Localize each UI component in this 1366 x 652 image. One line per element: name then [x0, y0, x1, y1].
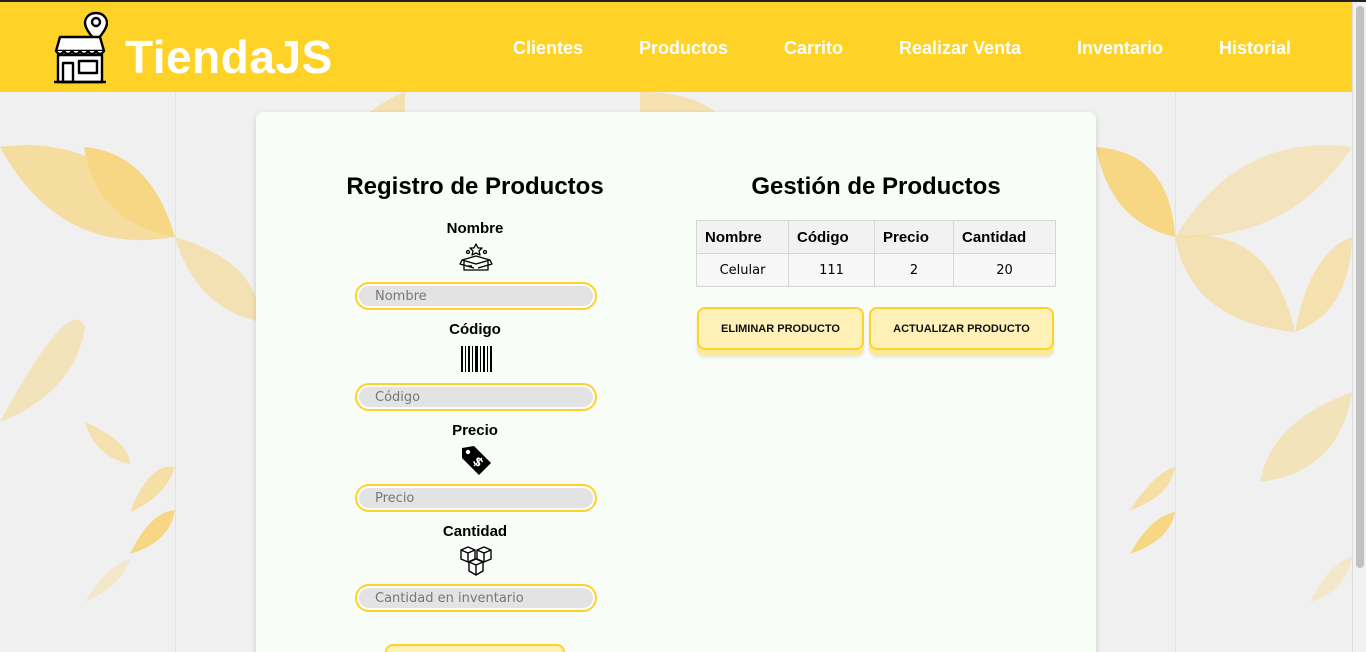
price-tag-icon: $ — [462, 446, 491, 475]
update-product-button[interactable]: ACTUALIZAR PRODUCTO — [869, 307, 1054, 350]
main-nav: Clientes Productos Carrito Realizar Vent… — [0, 38, 1352, 60]
register-product-button[interactable] — [385, 644, 565, 652]
cantidad-label: Cantidad — [442, 523, 508, 540]
cantidad-field — [355, 584, 597, 612]
right-panel-divider — [1175, 92, 1176, 652]
cantidad-input[interactable] — [359, 588, 593, 608]
cell-cantidad: 20 — [953, 253, 1056, 287]
codigo-input[interactable] — [359, 387, 593, 407]
boxes-icon — [460, 546, 492, 576]
col-cantidad: Cantidad — [953, 220, 1056, 254]
products-card: Registro de Productos Nombre Código Prec… — [256, 112, 1096, 652]
gestion-title: Gestión de Productos — [751, 173, 1001, 200]
left-panel-divider — [175, 92, 176, 652]
col-precio: Precio — [874, 220, 954, 254]
col-codigo: Código — [788, 220, 875, 254]
products-table: Nombre Código Precio Cantidad Celular 11… — [696, 220, 1056, 287]
precio-input[interactable] — [359, 488, 593, 508]
delete-product-button[interactable]: ELIMINAR PRODUCTO — [697, 307, 864, 350]
table-row[interactable]: Celular 111 2 20 — [696, 253, 1056, 287]
table-header-row: Nombre Código Precio Cantidad — [696, 220, 1056, 254]
registro-title: Registro de Productos — [346, 173, 604, 200]
precio-label: Precio — [452, 422, 498, 439]
col-nombre: Nombre — [696, 220, 789, 254]
cell-codigo: 111 — [788, 253, 875, 287]
codigo-label: Código — [449, 321, 501, 338]
nav-historial[interactable]: Historial — [1219, 38, 1291, 59]
cell-nombre: Celular — [696, 253, 789, 287]
nombre-field — [355, 282, 597, 310]
nav-inventario[interactable]: Inventario — [1077, 38, 1163, 59]
barcode-icon — [461, 346, 492, 372]
precio-field — [355, 484, 597, 512]
page-scrollbar[interactable] — [1352, 2, 1366, 652]
nav-clientes[interactable]: Clientes — [513, 38, 583, 59]
nav-carrito[interactable]: Carrito — [784, 38, 843, 59]
nav-realizar-venta[interactable]: Realizar Venta — [899, 38, 1021, 59]
scrollbar-thumb[interactable] — [1356, 6, 1364, 568]
window-top-border — [0, 0, 1366, 2]
top-navbar: TiendaJS Clientes Productos Carrito Real… — [0, 2, 1352, 92]
nombre-input[interactable] — [359, 286, 593, 306]
nombre-label: Nombre — [446, 220, 504, 237]
nav-productos[interactable]: Productos — [639, 38, 728, 59]
codigo-field — [355, 383, 597, 411]
cell-precio: 2 — [874, 253, 954, 287]
product-box-icon — [459, 243, 493, 271]
